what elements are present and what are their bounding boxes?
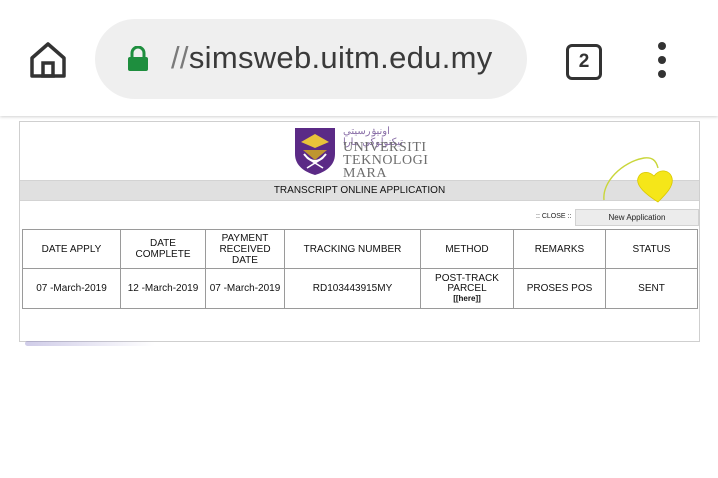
- header-remarks: REMARKS: [513, 229, 606, 269]
- table-row: 07 -March-2019 12 -March-2019 07 -March-…: [22, 268, 698, 309]
- applications-table: DATE APPLY DATE COMPLETE PAYMENT RECEIVED…: [22, 229, 698, 309]
- header-method: METHOD: [420, 229, 514, 269]
- tracking-here-link[interactable]: [[here]]: [453, 294, 481, 303]
- header-date-apply: DATE APPLY: [22, 229, 121, 269]
- cell-date-complete: 12 -March-2019: [120, 268, 206, 309]
- method-text: POST-TRACK PARCEL: [435, 272, 499, 294]
- menu-dot: [658, 70, 666, 78]
- header-payment-line1: PAYMENT: [221, 232, 269, 244]
- cell-tracking-number: RD103443915MY: [284, 268, 421, 309]
- uitm-logo: اونيۏرسيتي تيکنولوڬي مارا UNIVERSITI TEK…: [293, 126, 428, 181]
- crest-icon: [295, 128, 335, 175]
- home-icon[interactable]: [26, 38, 70, 82]
- url-host: simsweb.uitm.edu.my: [188, 40, 493, 75]
- panel-shadow: [25, 341, 155, 346]
- address-bar[interactable]: //simsweb.uitm.edu.my: [95, 19, 527, 99]
- lock-icon[interactable]: [127, 45, 149, 72]
- cell-method: POST-TRACK PARCEL [[here]]: [420, 268, 514, 309]
- url-prefix: //: [171, 40, 189, 75]
- close-link[interactable]: :: CLOSE ::: [536, 213, 571, 220]
- cell-remarks: PROSES POS: [513, 268, 606, 309]
- overflow-menu-icon[interactable]: [650, 40, 674, 84]
- url-text[interactable]: //simsweb.uitm.edu.my: [171, 40, 493, 76]
- menu-dot: [658, 42, 666, 50]
- table-header-row: DATE APPLY DATE COMPLETE PAYMENT RECEIVED…: [22, 229, 698, 269]
- heart-icon: [602, 154, 678, 206]
- header-tracking-number: TRACKING NUMBER: [284, 229, 421, 269]
- tab-count: 2: [566, 44, 602, 80]
- logo-line-mara: MARA: [343, 166, 388, 181]
- cell-payment-date: 07 -March-2019: [205, 268, 285, 309]
- menu-dot: [658, 56, 666, 64]
- header-status: STATUS: [605, 229, 698, 269]
- header-date-complete: DATE COMPLETE: [120, 229, 206, 269]
- tab-switcher-button[interactable]: 2: [563, 41, 603, 81]
- content-panel: اونيۏرسيتي تيکنولوڬي مارا UNIVERSITI TEK…: [19, 121, 700, 342]
- header-payment-received-date: PAYMENT RECEIVED DATE: [205, 229, 285, 269]
- cell-status: SENT: [605, 268, 698, 309]
- new-application-button[interactable]: New Application: [575, 209, 699, 226]
- cell-date-apply: 07 -March-2019: [22, 268, 121, 309]
- browser-toolbar: //simsweb.uitm.edu.my 2: [0, 0, 718, 116]
- page-title: TRANSCRIPT ONLINE APPLICATION: [20, 180, 699, 201]
- header-payment-line2: RECEIVED DATE: [219, 243, 271, 266]
